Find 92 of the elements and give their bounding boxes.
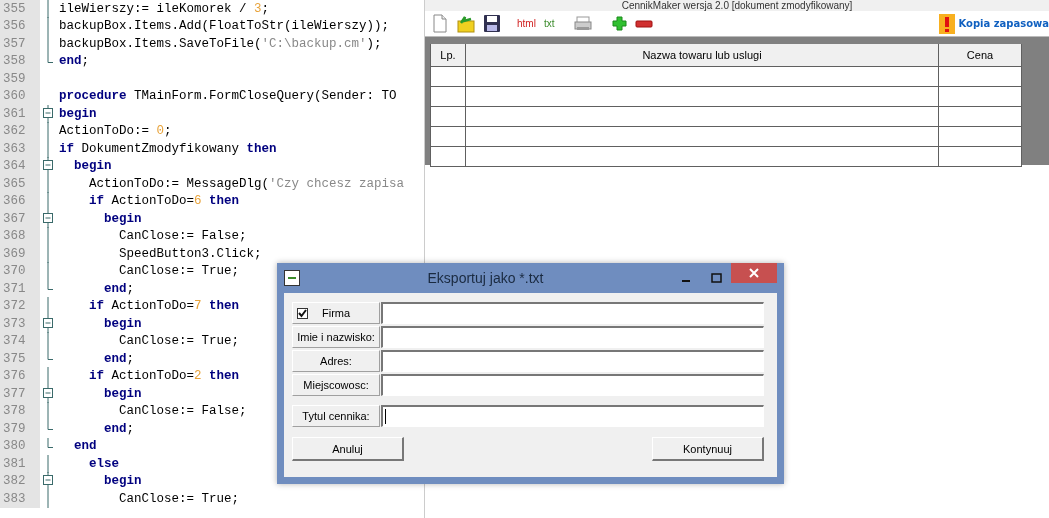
code-line: procedure TMainForm.FormCloseQuery(Sender: TO [58, 89, 397, 104]
column-header: Cena [938, 44, 1022, 67]
code-line: else [88, 456, 119, 471]
table-cell[interactable] [938, 106, 1022, 127]
dialog-title: Eksportuj jako *.txt [426, 270, 545, 286]
backup-link[interactable]: Kopia zapasowa [958, 18, 1049, 29]
line-number: 383 [0, 490, 40, 508]
table-cell[interactable] [465, 126, 939, 147]
export-link[interactable]: html [517, 18, 536, 29]
field-label: Adres: [292, 350, 380, 372]
field-label: Imie i nazwisko: [292, 326, 380, 348]
line-number: 357 [0, 35, 40, 53]
text-field[interactable] [381, 374, 764, 396]
code-line: if ActionToDo=7 then [88, 299, 240, 314]
plus-icon[interactable] [612, 16, 628, 31]
line-number: 367 [0, 210, 40, 228]
code-line: SpeedButton3.Click; [118, 246, 262, 261]
printer-icon[interactable] [574, 14, 593, 33]
code-line: begin [103, 386, 142, 401]
checkbox[interactable] [297, 307, 308, 319]
code-line: CanClose:= True; [118, 264, 240, 279]
export-link[interactable]: txt [543, 18, 555, 29]
line-number: 381 [0, 455, 40, 473]
field-label: Tytul cennika: [292, 405, 380, 427]
code-line: begin [103, 316, 142, 331]
code-line: begin [103, 211, 142, 226]
table-cell[interactable] [938, 126, 1022, 147]
line-number: 377 [0, 385, 40, 403]
code-line: begin [58, 106, 97, 121]
line-number: 359 [0, 70, 40, 88]
code-line: end; [103, 351, 135, 366]
folder-icon[interactable] [457, 14, 475, 33]
field-label: Miejscowosc: [292, 374, 380, 396]
code-line: end; [103, 281, 135, 296]
line-number: 375 [0, 350, 40, 368]
code-line: CanClose:= True; [118, 491, 240, 506]
code-line: end [73, 439, 97, 454]
code-line: if ActionToDo=6 then [88, 194, 240, 209]
dialog-button[interactable]: Kontynuuj [652, 437, 764, 461]
table-cell[interactable] [430, 146, 466, 167]
warning-icon [939, 13, 956, 34]
code-line: ileWierszy:= ileKomorek / 3; [58, 1, 270, 16]
code-line: begin [73, 159, 112, 174]
fold-minus-icon [42, 384, 54, 403]
line-number: 363 [0, 140, 40, 158]
column-header: Lp. [430, 44, 466, 67]
maximize-icon[interactable] [710, 273, 722, 283]
close-icon [749, 268, 759, 278]
table-cell[interactable] [938, 66, 1022, 87]
code-line: begin [103, 474, 142, 489]
table-cell[interactable] [938, 86, 1022, 107]
document-icon [284, 270, 300, 286]
text-field[interactable] [381, 302, 764, 324]
code-line: CanClose:= False; [118, 404, 247, 419]
fold-minus-icon [42, 209, 54, 228]
line-number: 361 [0, 105, 40, 123]
window-title: CennikMaker wersja 2.0 [dokument zmodyfikowany] [425, 0, 1049, 11]
table-cell[interactable] [465, 106, 939, 127]
line-number: 373 [0, 315, 40, 333]
text-field[interactable] [381, 350, 764, 372]
table-cell[interactable] [465, 146, 939, 167]
line-number: 379 [0, 420, 40, 438]
text-field[interactable] [381, 326, 764, 348]
code-line: CanClose:= True; [118, 334, 240, 349]
close-button[interactable] [731, 263, 777, 283]
fold-minus-icon [42, 314, 54, 333]
code-line: end; [103, 421, 135, 436]
table-cell[interactable] [465, 86, 939, 107]
column-header: Nazwa towaru lub uslugi [465, 44, 939, 67]
code-line: ActionToDo:= MessageDlg('Czy chcesz zapisa [88, 176, 405, 191]
fold-minus-icon [42, 104, 54, 123]
line-number: 355 [0, 0, 40, 18]
code-line: CanClose:= False; [118, 229, 247, 244]
dialog-button[interactable]: Anuluj [292, 437, 404, 461]
code-line: if ActionToDo=2 then [88, 369, 240, 384]
table-cell[interactable] [430, 66, 466, 87]
code-line: ActionToDo:= 0; [58, 124, 172, 139]
table-cell[interactable] [938, 146, 1022, 167]
checkmark-icon [298, 308, 307, 318]
table-cell[interactable] [465, 66, 939, 87]
table-cell[interactable] [430, 126, 466, 147]
field-label: Firma [322, 307, 351, 319]
code-line: backupBox.Items.SaveToFile('C:\backup.cm'); [58, 36, 382, 51]
code-line: end; [58, 54, 90, 69]
table-cell[interactable] [430, 86, 466, 107]
code-line: if DokumentZmodyfikowany then [58, 141, 277, 156]
table-cell[interactable] [430, 106, 466, 127]
line-number: 365 [0, 175, 40, 193]
line-number: 371 [0, 280, 40, 298]
line-number: 369 [0, 245, 40, 263]
text-field[interactable] [381, 405, 764, 427]
code-line: backupBox.Items.Add(FloatToStr(ileWierszy)); [58, 19, 390, 34]
